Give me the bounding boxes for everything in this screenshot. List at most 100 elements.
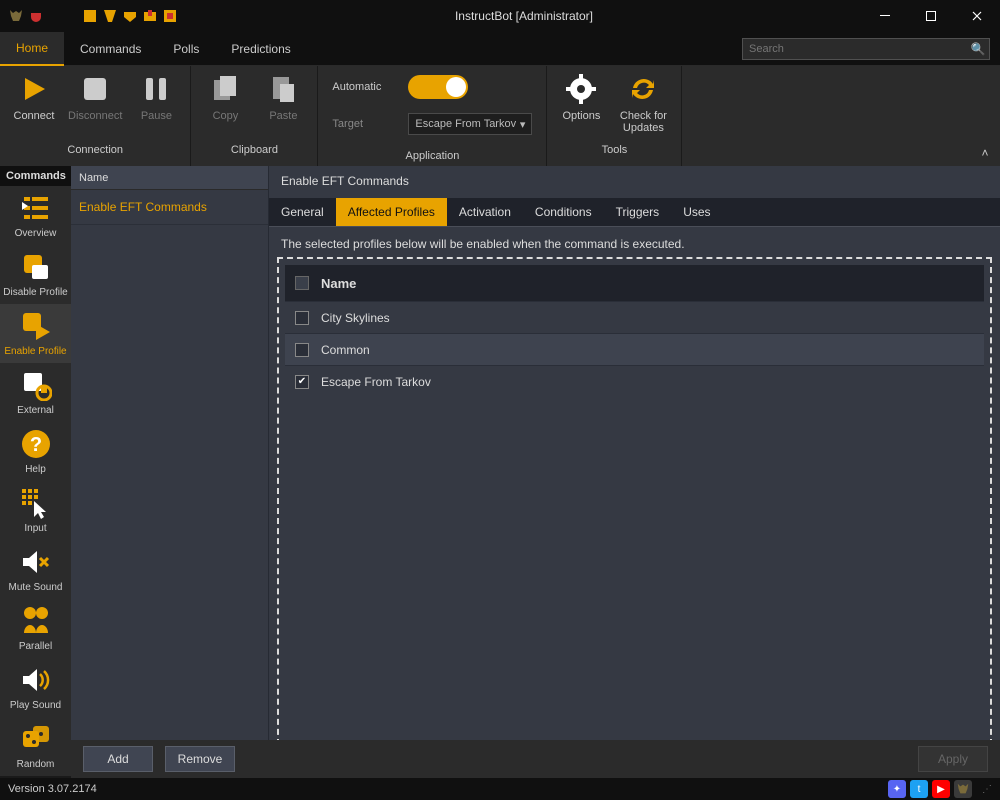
row-checkbox[interactable] (295, 343, 309, 357)
subtab-affected-profiles[interactable]: Affected Profiles (336, 198, 447, 226)
nav-enable-profile[interactable]: Enable Profile (0, 304, 71, 363)
twitter-icon[interactable]: t (910, 780, 928, 798)
options-button[interactable]: Options (557, 72, 605, 122)
side-nav: Commands Overview Disable Profile Enable… (0, 166, 71, 776)
automatic-toggle[interactable] (408, 75, 468, 99)
target-select[interactable]: Escape From Tarkov ▾ (408, 113, 532, 135)
content-footer: Apply (268, 740, 1000, 778)
pause-button[interactable]: Pause (132, 72, 180, 122)
profiles-table: Name City Skylines Common Escape From Ta… (285, 265, 984, 397)
ribbon-group-clipboard: Copy Paste Clipboard (191, 66, 318, 166)
ribbon-group-tools: Options Check for Updates Tools (547, 66, 682, 166)
random-icon (20, 723, 52, 755)
plug-icon (28, 8, 44, 24)
check-updates-button[interactable]: Check for Updates (615, 72, 671, 134)
ribbon: Connect Disconnect Pause Connection Copy… (0, 66, 1000, 166)
play-sound-icon (20, 664, 52, 696)
search-box[interactable]: 🔍 (742, 38, 990, 60)
apply-button[interactable]: Apply (918, 746, 988, 772)
title-bar: InstructBot [Administrator] (0, 0, 1000, 32)
subtab-conditions[interactable]: Conditions (523, 198, 604, 226)
nav-mute-sound[interactable]: Mute Sound (0, 540, 71, 599)
ribbon-group-application: Automatic Target Escape From Tarkov ▾ Ap… (318, 66, 547, 166)
add-button[interactable]: Add (83, 746, 153, 772)
profiles-drop-area[interactable]: Name City Skylines Common Escape From Ta… (277, 257, 992, 755)
maximize-button[interactable] (908, 0, 954, 32)
command-list-footer: Add Remove (71, 740, 268, 778)
nav-help[interactable]: ? Help (0, 422, 71, 481)
mute-icon (20, 546, 52, 578)
copy-button[interactable]: Copy (201, 72, 249, 122)
disconnect-button[interactable]: Disconnect (68, 72, 122, 122)
close-button[interactable] (954, 0, 1000, 32)
app-demon-icon (8, 8, 24, 24)
nav-disable-profile[interactable]: Disable Profile (0, 245, 71, 304)
paste-label: Paste (269, 110, 297, 122)
nav-random-label: Random (17, 759, 55, 770)
content-title: Enable EFT Commands (269, 166, 1000, 198)
overview-icon (20, 192, 52, 224)
tool-icon-1 (82, 8, 98, 24)
titlebar-app-icons (0, 8, 186, 24)
nav-play-sound[interactable]: Play Sound (0, 658, 71, 717)
remove-button[interactable]: Remove (165, 746, 235, 772)
nav-parallel-label: Parallel (19, 641, 52, 652)
tab-polls[interactable]: Polls (157, 32, 215, 66)
nav-enable-label: Enable Profile (4, 346, 66, 357)
sidenav-title: Commands (0, 166, 71, 186)
tool-icon-2 (102, 8, 118, 24)
main-area: Commands Overview Disable Profile Enable… (0, 166, 1000, 776)
copy-label: Copy (213, 110, 239, 122)
subtab-uses[interactable]: Uses (671, 198, 722, 226)
content-panel: Enable EFT Commands General Affected Pro… (268, 166, 1000, 776)
table-row[interactable]: Common (285, 333, 984, 365)
nav-parallel[interactable]: Parallel (0, 599, 71, 658)
enable-profile-icon (20, 310, 52, 342)
search-input[interactable] (743, 43, 967, 55)
tab-home[interactable]: Home (0, 32, 64, 66)
command-list-header[interactable]: Name (71, 166, 268, 190)
connect-button[interactable]: Connect (10, 72, 58, 122)
ribbon-collapse-button[interactable]: ˄ (976, 144, 994, 162)
nav-overview[interactable]: Overview (0, 186, 71, 245)
connect-label: Connect (14, 110, 55, 122)
row-checkbox[interactable] (295, 311, 309, 325)
brand-icon[interactable] (954, 780, 972, 798)
version-text: Version 3.07.2174 (8, 783, 97, 795)
status-bar: Version 3.07.2174 ✦ t ▶ ⋰ (0, 778, 1000, 800)
options-label: Options (562, 110, 600, 122)
select-all-checkbox[interactable] (295, 276, 309, 290)
subtab-activation[interactable]: Activation (447, 198, 523, 226)
nav-external-label: External (17, 405, 54, 416)
profiles-description: The selected profiles below will be enab… (269, 227, 1000, 257)
nav-input-label: Input (24, 523, 46, 534)
subtab-triggers[interactable]: Triggers (604, 198, 672, 226)
disable-profile-icon (20, 251, 52, 283)
subtab-general[interactable]: General (269, 198, 336, 226)
nav-random[interactable]: Random (0, 717, 71, 776)
table-row[interactable]: City Skylines (285, 301, 984, 333)
discord-icon[interactable]: ✦ (888, 780, 906, 798)
external-icon (20, 369, 52, 401)
input-icon (20, 487, 52, 519)
main-tabstrip: Home Commands Polls Predictions 🔍 (0, 32, 1000, 66)
clipboard-group-label: Clipboard (231, 140, 278, 160)
tab-commands[interactable]: Commands (64, 32, 157, 66)
table-row[interactable]: Escape From Tarkov (285, 365, 984, 397)
command-item[interactable]: Enable EFT Commands (71, 190, 268, 225)
tool-icon-4 (142, 8, 158, 24)
minimize-button[interactable] (862, 0, 908, 32)
parallel-icon (20, 605, 52, 637)
target-label: Target (332, 118, 392, 130)
connection-group-label: Connection (67, 140, 123, 160)
nav-external[interactable]: External (0, 363, 71, 422)
row-checkbox[interactable] (295, 375, 309, 389)
nav-input[interactable]: Input (0, 481, 71, 540)
tab-predictions[interactable]: Predictions (215, 32, 306, 66)
youtube-icon[interactable]: ▶ (932, 780, 950, 798)
window-title: InstructBot [Administrator] (186, 9, 862, 23)
column-name[interactable]: Name (321, 276, 356, 291)
paste-button[interactable]: Paste (259, 72, 307, 122)
resize-grip[interactable]: ⋰ (982, 784, 992, 795)
window-controls (862, 0, 1000, 32)
